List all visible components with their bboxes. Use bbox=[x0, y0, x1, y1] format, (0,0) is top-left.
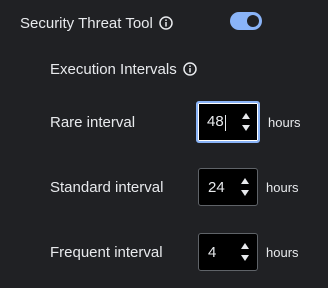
increment-arrow-icon[interactable] bbox=[241, 243, 249, 249]
frequent-interval-spinner bbox=[239, 243, 251, 261]
section-title: Execution Intervals bbox=[50, 60, 177, 78]
decrement-arrow-icon[interactable] bbox=[242, 125, 250, 131]
rare-interval-value: 48 bbox=[207, 113, 224, 131]
standard-interval-unit: hours bbox=[266, 179, 299, 195]
rare-interval-unit: hours bbox=[268, 114, 301, 130]
rare-interval-row: Rare interval 48 hours bbox=[50, 101, 310, 143]
frequent-interval-input[interactable]: 4 bbox=[198, 233, 258, 271]
standard-interval-row: Standard interval 24 hours bbox=[50, 167, 310, 207]
tool-title: Security Threat Tool bbox=[20, 14, 153, 32]
decrement-arrow-icon[interactable] bbox=[241, 255, 249, 261]
frequent-interval-label: Frequent interval bbox=[50, 243, 163, 261]
decrement-arrow-icon[interactable] bbox=[241, 190, 249, 196]
frequent-interval-unit: hours bbox=[266, 244, 299, 260]
text-caret bbox=[224, 114, 226, 131]
tool-header: Security Threat Tool bbox=[20, 13, 173, 33]
rare-interval-input[interactable]: 48 bbox=[196, 101, 260, 143]
info-icon[interactable] bbox=[182, 62, 197, 76]
frequent-interval-value: 4 bbox=[208, 243, 217, 261]
toggle-knob bbox=[247, 15, 259, 27]
settings-panel: Security Threat Tool Execution Intervals… bbox=[0, 0, 328, 288]
increment-arrow-icon[interactable] bbox=[242, 113, 250, 119]
tool-enable-toggle[interactable] bbox=[230, 12, 262, 30]
standard-interval-label: Standard interval bbox=[50, 178, 164, 196]
info-icon[interactable] bbox=[159, 16, 173, 30]
rare-interval-spinner bbox=[240, 113, 252, 131]
frequent-interval-row: Frequent interval 4 hours bbox=[50, 232, 310, 272]
increment-arrow-icon[interactable] bbox=[241, 178, 249, 184]
standard-interval-spinner bbox=[239, 178, 251, 196]
rare-interval-label: Rare interval bbox=[50, 113, 136, 131]
standard-interval-value: 24 bbox=[208, 178, 225, 196]
execution-intervals-header: Execution Intervals bbox=[50, 59, 197, 79]
standard-interval-input[interactable]: 24 bbox=[198, 168, 258, 206]
